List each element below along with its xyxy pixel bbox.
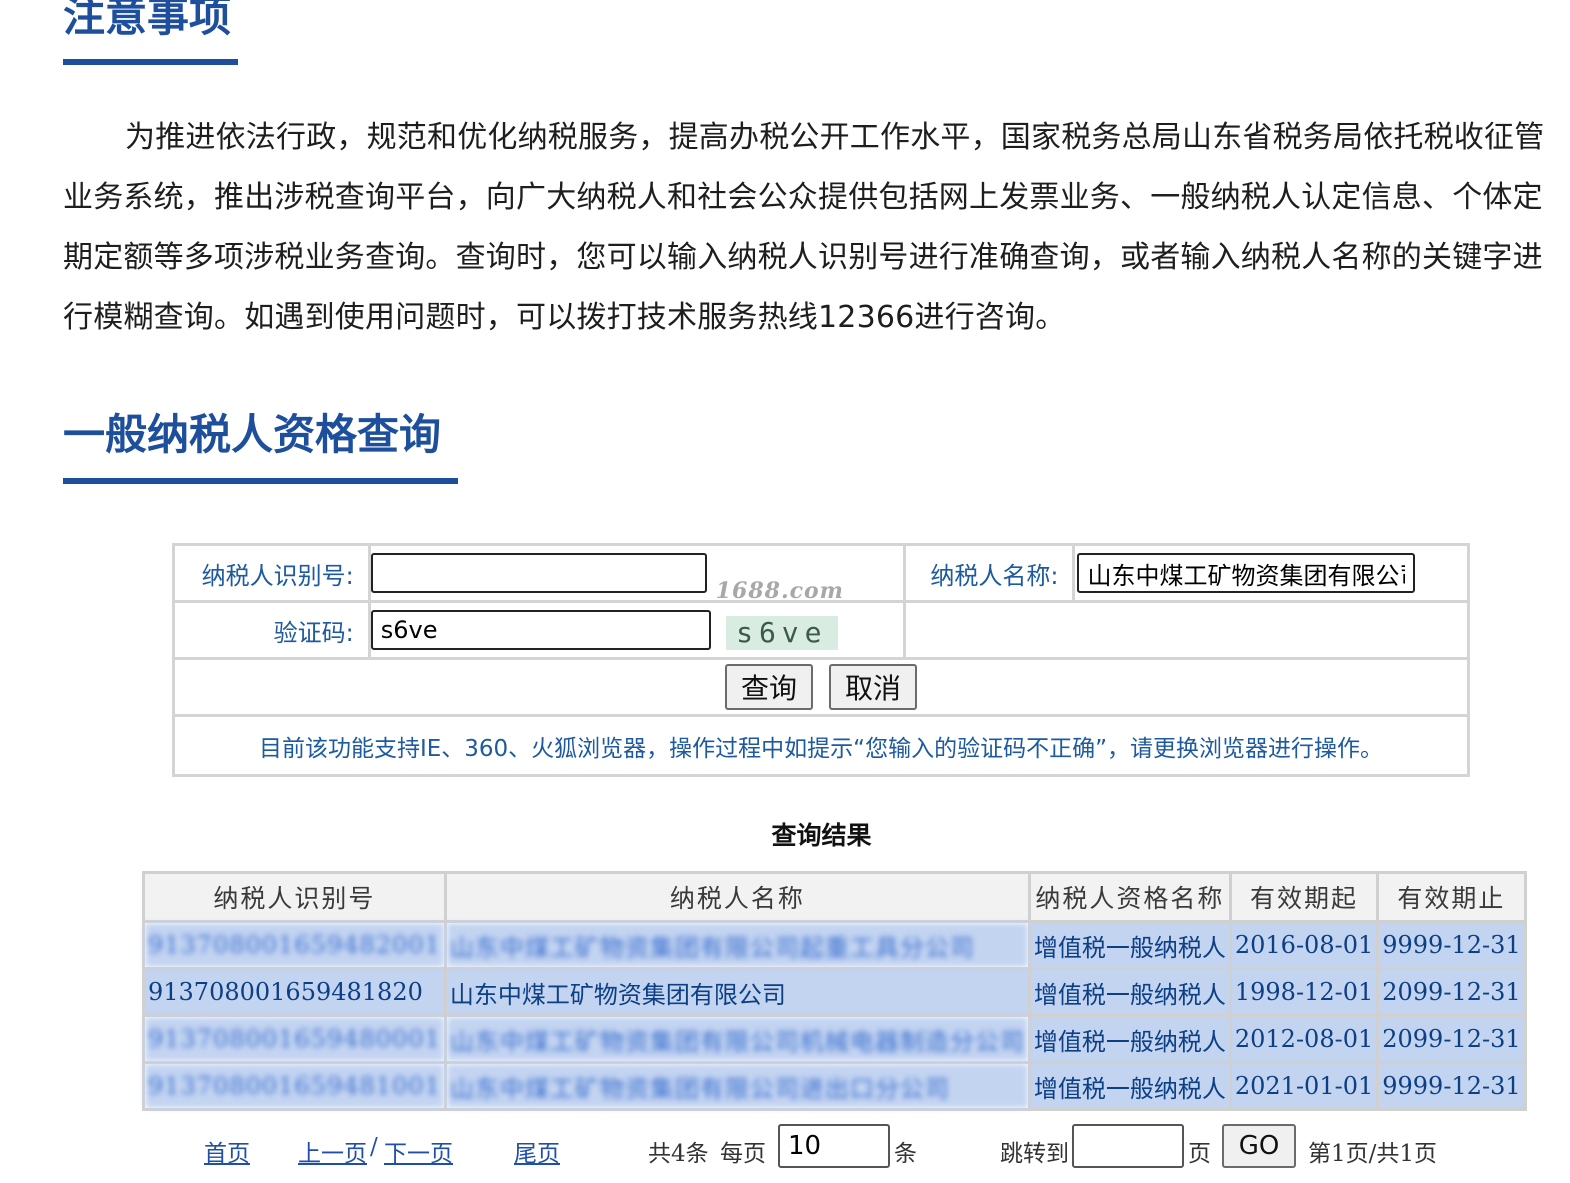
results-title: 查询结果 bbox=[771, 821, 872, 850]
taxpayer-id-cell: 1688.com bbox=[367, 543, 906, 604]
captcha-input[interactable] bbox=[370, 609, 711, 650]
cell-taxpayer-name: 山东中煤工矿物资集团有限公司机械电器制造分公司 bbox=[443, 1014, 1031, 1064]
pager-separator: / bbox=[370, 1134, 378, 1160]
cell-qualification: 增值税一般纳税人 bbox=[1027, 1061, 1232, 1111]
results-header-row: 纳税人识别号 纳税人名称 纳税人资格名称 有效期起 有效期止 bbox=[142, 871, 1527, 923]
last-page-link[interactable]: 尾页 bbox=[514, 1134, 560, 1168]
cell-taxpayer-id: 913708001659482001 bbox=[142, 920, 447, 970]
cell-valid-from: 1998-12-01 bbox=[1228, 967, 1380, 1017]
results-table: 纳税人识别号 纳税人名称 纳税人资格名称 有效期起 有效期止 913708001… bbox=[142, 871, 1527, 1111]
search-button[interactable]: 查询 bbox=[724, 664, 813, 710]
cell-taxpayer-name: 山东中煤工矿物资集团有限公司 bbox=[443, 967, 1031, 1017]
page-status: 第1页/共1页 bbox=[1308, 1141, 1438, 1167]
cell-valid-to: 2099-12-31 bbox=[1376, 967, 1527, 1017]
header-taxpayer-id: 纳税人识别号 bbox=[142, 871, 447, 923]
captcha-label: 验证码: bbox=[172, 600, 371, 660]
header-valid-to: 有效期止 bbox=[1376, 871, 1527, 923]
cell-taxpayer-id: 913708001659481820 bbox=[142, 967, 447, 1017]
taxpayer-name-cell bbox=[1072, 543, 1470, 603]
table-row[interactable]: 913708001659481001 山东中煤工矿物资集团有限公司进出口分公司 … bbox=[142, 1061, 1527, 1111]
query-form: 纳税人识别号: 1688.com 纳税人名称: 验证码: s6ve 查询取消 目… bbox=[172, 543, 1471, 777]
cell-qualification: 增值税一般纳税人 bbox=[1027, 1014, 1232, 1064]
cell-valid-from: 2021-01-01 bbox=[1228, 1061, 1380, 1111]
table-row[interactable]: 913708001659481820 山东中煤工矿物资集团有限公司 增值税一般纳… bbox=[142, 967, 1527, 1017]
cell-valid-from: 2012-08-01 bbox=[1228, 1014, 1380, 1064]
jump-page-input[interactable] bbox=[1072, 1124, 1184, 1168]
first-page-link[interactable]: 首页 bbox=[204, 1134, 250, 1168]
taxpayer-name-label: 纳税人名称: bbox=[902, 543, 1076, 603]
cell-valid-to: 2099-12-31 bbox=[1376, 1014, 1527, 1064]
table-row[interactable]: 913708001659480001 山东中煤工矿物资集团有限公司机械电器制造分… bbox=[142, 1014, 1527, 1064]
per-page-unit: 条 bbox=[894, 1141, 917, 1167]
query-title-underline bbox=[63, 478, 458, 484]
button-row: 查询 取消 bbox=[172, 657, 1470, 717]
notice-title: 注意事项 bbox=[63, 0, 232, 41]
notice-paragraph: 为推进依法行政，规范和优化纳税服务，提高办税公开工作水平，国家税务总局山东省税务… bbox=[63, 120, 1545, 335]
pagination: 首页 上一页 / 下一页 尾页 共4条 每页 条 跳转到 页 GO 第1页/共1… bbox=[0, 1124, 1570, 1170]
query-title: 一般纳税人资格查询 bbox=[63, 410, 442, 459]
next-page-link[interactable]: 下一页 bbox=[384, 1134, 453, 1168]
captcha-image[interactable]: s6ve bbox=[725, 616, 838, 651]
watermark-text: 1688.com bbox=[715, 578, 844, 604]
table-row[interactable]: 913708001659482001 山东中煤工矿物资集团有限公司起重工具分公司… bbox=[142, 920, 1527, 970]
per-page-label: 每页 bbox=[720, 1141, 766, 1167]
empty-cell bbox=[902, 600, 1471, 660]
cell-taxpayer-id: 913708001659481001 bbox=[142, 1061, 447, 1111]
taxpayer-id-label: 纳税人识别号: bbox=[172, 543, 371, 603]
cell-qualification: 增值税一般纳税人 bbox=[1027, 920, 1232, 970]
cell-taxpayer-name: 山东中煤工矿物资集团有限公司起重工具分公司 bbox=[443, 920, 1031, 970]
browser-support-note: 目前该功能支持IE、360、火狐浏览器，操作过程中如提示“您输入的验证码不正确”… bbox=[172, 714, 1470, 777]
cell-valid-to: 9999-12-31 bbox=[1376, 1061, 1527, 1111]
cell-valid-to: 9999-12-31 bbox=[1376, 920, 1527, 970]
jump-label: 跳转到 bbox=[1000, 1141, 1069, 1167]
prev-page-link[interactable]: 上一页 bbox=[298, 1134, 367, 1168]
cancel-button[interactable]: 取消 bbox=[829, 664, 918, 710]
taxpayer-id-input[interactable] bbox=[370, 553, 707, 593]
header-taxpayer-name: 纳税人名称 bbox=[443, 871, 1031, 923]
taxpayer-name-input[interactable] bbox=[1077, 553, 1416, 593]
cell-qualification: 增值税一般纳税人 bbox=[1027, 967, 1232, 1017]
cell-taxpayer-id: 913708001659480001 bbox=[142, 1014, 447, 1064]
per-page-input[interactable] bbox=[778, 1124, 890, 1168]
notice-title-underline bbox=[63, 59, 238, 65]
go-button[interactable]: GO bbox=[1222, 1124, 1296, 1168]
page-unit: 页 bbox=[1188, 1141, 1211, 1167]
header-qualification: 纳税人资格名称 bbox=[1027, 871, 1232, 923]
captcha-cell: s6ve bbox=[367, 600, 906, 660]
cell-taxpayer-name: 山东中煤工矿物资集团有限公司进出口分公司 bbox=[443, 1061, 1031, 1111]
header-valid-from: 有效期起 bbox=[1228, 871, 1380, 923]
total-count: 共4条 bbox=[648, 1141, 709, 1167]
cell-valid-from: 2016-08-01 bbox=[1228, 920, 1380, 970]
